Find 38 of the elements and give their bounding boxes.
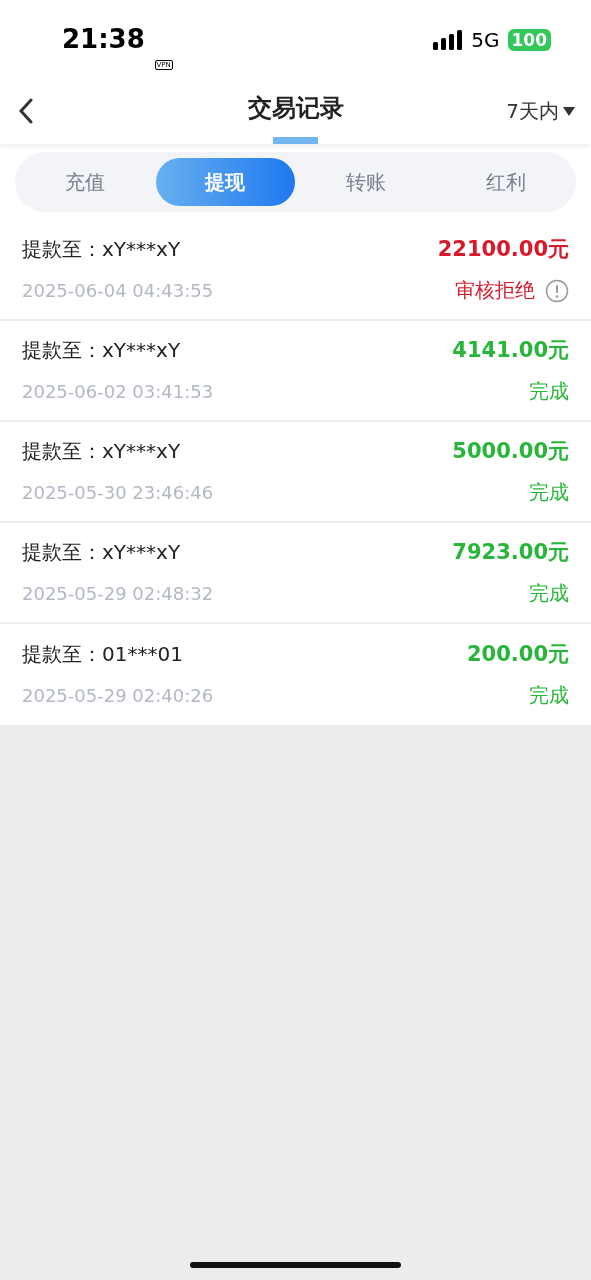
status-label: 完成: [529, 479, 569, 506]
signal-icon: [433, 30, 464, 50]
record-row[interactable]: 提款至：xY***xY 22100.00元 2025-06-04 04:43:55 审核拒绝: [0, 220, 591, 321]
title-indicator: [273, 137, 318, 144]
amount: 22100.00元: [437, 236, 569, 263]
record-time: 2025-06-02 03:41:53: [22, 381, 214, 402]
record-row[interactable]: 提款至：01***01 200.00元 2025-05-29 02:40:26 完成: [0, 624, 591, 725]
amount: 5000.00元: [452, 438, 569, 465]
record-time: 2025-05-30 23:46:46: [22, 482, 214, 503]
record-time: 2025-05-29 02:48:32: [22, 583, 214, 604]
record-time: 2025-05-29 02:40:26: [22, 685, 214, 706]
record-row[interactable]: 提款至：xY***xY 4141.00元 2025-06-02 03:41:53 完成: [0, 321, 591, 422]
record-row[interactable]: 提款至：xY***xY 7923.00元 2025-05-29 02:48:32 完成: [0, 523, 591, 624]
account-label: 提款至：xY***xY: [22, 437, 181, 465]
account-label: 提款至：xY***xY: [22, 538, 181, 566]
status-label: 完成: [529, 378, 569, 405]
date-filter-dropdown[interactable]: 7天内: [506, 97, 575, 125]
record-time: 2025-06-04 04:43:55: [22, 280, 214, 301]
amount: 200.00元: [466, 641, 569, 668]
tab[interactable]: 红利: [436, 158, 575, 206]
battery-level: 100: [507, 29, 551, 51]
tab[interactable]: 充值: [16, 158, 155, 206]
amount: 4141.00元: [452, 337, 569, 364]
caret-icon: [563, 106, 575, 116]
record-row[interactable]: 提款至：xY***xY 5000.00元 2025-05-30 23:46:46 完成: [0, 422, 591, 523]
status-label: 审核拒绝: [455, 277, 535, 304]
back-button[interactable]: [18, 98, 34, 124]
info-icon[interactable]: [545, 278, 569, 303]
network-label: 5G: [471, 28, 500, 52]
amount: 7923.00元: [452, 539, 569, 566]
tab[interactable]: 转账: [296, 158, 435, 206]
status-time: 21:38: [62, 24, 145, 54]
account-label: 提款至：xY***xY: [22, 235, 181, 263]
page-title: 交易记录: [247, 93, 344, 124]
account-label: 提款至：xY***xY: [22, 336, 181, 364]
status-label: 完成: [529, 682, 569, 709]
account-label: 提款至：01***01: [22, 640, 183, 668]
status-label: 完成: [529, 580, 569, 607]
